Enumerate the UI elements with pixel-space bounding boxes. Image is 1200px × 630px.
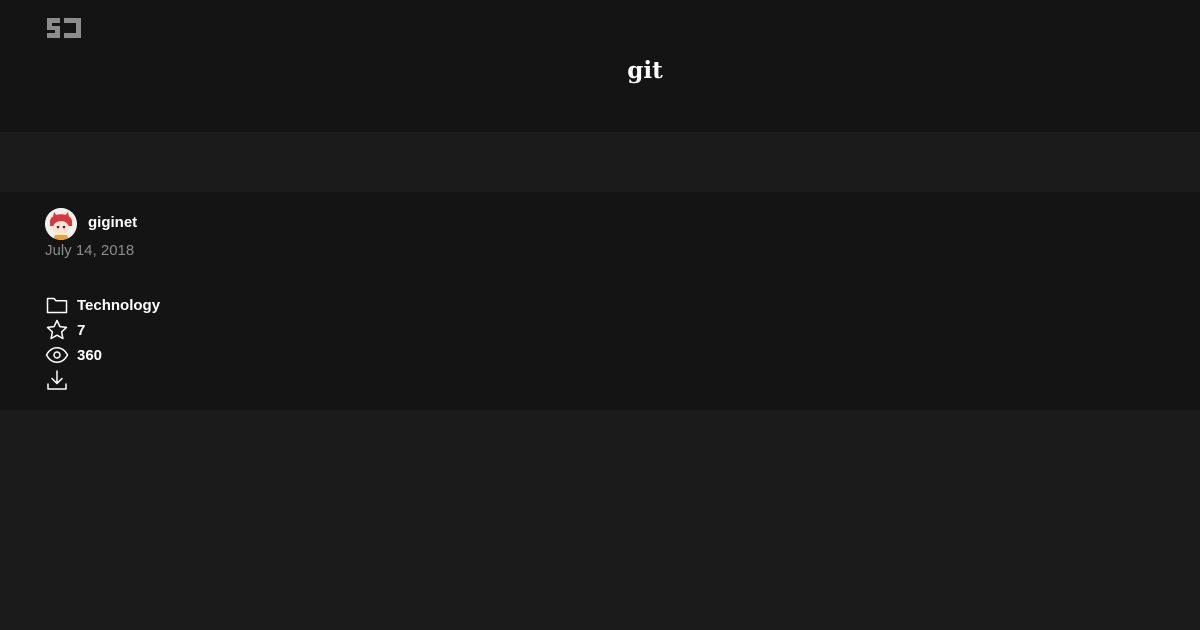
avatar[interactable] [45, 208, 77, 240]
download-row[interactable] [45, 368, 69, 392]
author-name[interactable]: giginet [88, 214, 137, 231]
logo-icon[interactable] [45, 16, 83, 40]
folder-icon [46, 297, 68, 314]
header: git [0, 0, 1200, 132]
star-count: 7 [77, 321, 86, 339]
stars-row[interactable]: 7 [45, 318, 85, 342]
content-band [0, 132, 1200, 192]
views-row: 360 [45, 343, 102, 367]
category-row[interactable]: Technology [45, 293, 160, 317]
avatar-image-icon [45, 208, 77, 240]
post-date: July 14, 2018 [45, 242, 135, 259]
eye-icon [45, 347, 69, 363]
download-icon[interactable] [45, 368, 69, 392]
view-count: 360 [77, 346, 103, 364]
page-title: git [627, 57, 663, 84]
post-meta: giginet July 14, 2018 Technology 7 360 [0, 192, 1200, 410]
category-label[interactable]: Technology [77, 297, 160, 314]
star-icon[interactable] [45, 318, 69, 342]
author-block[interactable]: giginet [45, 208, 137, 240]
